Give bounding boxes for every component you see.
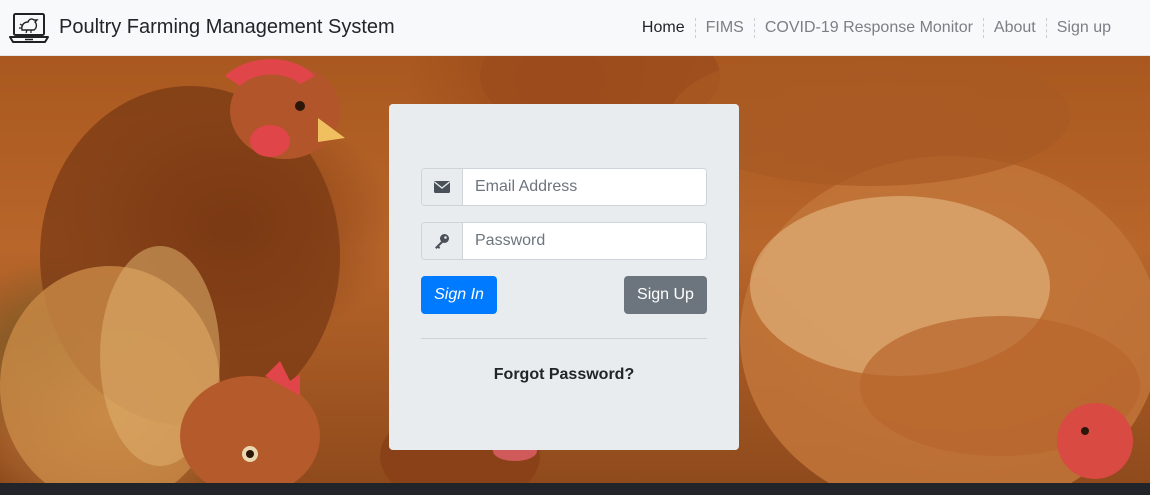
laptop-chicken-icon bbox=[9, 12, 49, 43]
nav-link-fims[interactable]: FIMS bbox=[696, 18, 754, 38]
nav-item-about: About bbox=[984, 18, 1046, 38]
nav-link-signup[interactable]: Sign up bbox=[1047, 18, 1121, 38]
nav-item-home: Home bbox=[632, 18, 695, 38]
navbar: Poultry Farming Management System Home F… bbox=[0, 0, 1150, 56]
nav-link-covid-monitor[interactable]: COVID-19 Response Monitor bbox=[755, 18, 983, 38]
nav-item-signup: Sign up bbox=[1047, 18, 1121, 38]
sign-up-button[interactable]: Sign Up bbox=[624, 276, 707, 314]
divider bbox=[421, 338, 707, 339]
nav-item-covid: COVID-19 Response Monitor bbox=[755, 18, 983, 38]
email-input-group bbox=[421, 168, 707, 206]
nav-link-home[interactable]: Home bbox=[632, 18, 695, 38]
password-input-group bbox=[421, 222, 707, 260]
footer-strip bbox=[0, 483, 1150, 495]
nav-item-fims: FIMS bbox=[696, 18, 754, 38]
password-field[interactable] bbox=[463, 223, 706, 259]
email-field[interactable] bbox=[463, 169, 706, 205]
nav-menu: Home FIMS COVID-19 Response Monitor Abou… bbox=[632, 0, 1121, 56]
envelope-icon bbox=[422, 169, 463, 205]
login-card: Sign In Sign Up Forgot Password? bbox=[389, 104, 739, 450]
key-icon bbox=[422, 223, 463, 259]
brand[interactable]: Poultry Farming Management System bbox=[9, 12, 395, 44]
nav-link-about[interactable]: About bbox=[984, 18, 1046, 38]
sign-in-button[interactable]: Sign In bbox=[421, 276, 497, 314]
brand-title: Poultry Farming Management System bbox=[59, 16, 395, 38]
forgot-password-link[interactable]: Forgot Password? bbox=[389, 366, 739, 384]
